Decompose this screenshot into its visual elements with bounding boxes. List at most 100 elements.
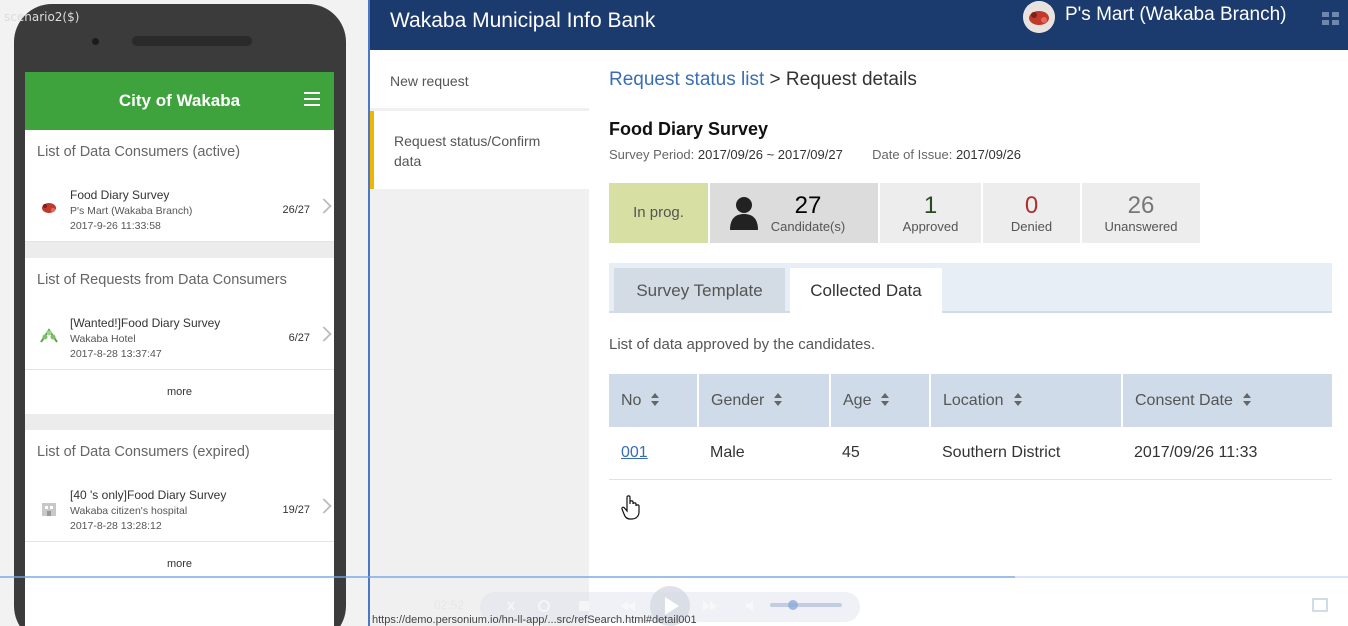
list-item-request-food-diary[interactable]: [Wanted!]Food Diary Survey Wakaba Hotel …	[25, 298, 334, 370]
issue-date-value: 2017/09/26	[955, 147, 1022, 162]
list-item-title: Food Diary Survey	[70, 188, 170, 202]
chevron-right-icon	[316, 498, 332, 514]
fast-forward-icon[interactable]	[702, 598, 718, 614]
survey-meta: Survey Period: 2017/09/26 ~ 2017/09/27 D…	[609, 147, 1021, 162]
survey-title: Food Diary Survey	[609, 119, 769, 139]
collected-data-table: No Gender Age Location Consent Date 001 …	[609, 374, 1332, 480]
sort-icon[interactable]	[774, 393, 783, 407]
video-scenario-label: scenario2($)	[4, 10, 80, 24]
approved-label: Approved	[902, 219, 959, 234]
column-header-gender[interactable]: Gender	[698, 374, 831, 427]
column-header-label: Age	[843, 391, 872, 409]
breadcrumb-current: Request details	[785, 69, 917, 90]
section-active-title: List of Data Consumers (active)	[37, 144, 241, 160]
side-nav: New request Request status/Confirm data	[368, 50, 589, 626]
hospital-thumbnail-icon	[42, 503, 56, 516]
web-app: Wakaba Municipal Info Bank P's Mart (Wak…	[368, 0, 1348, 626]
table-row: 001 Male 45 Southern District 2017/09/26…	[609, 427, 1332, 480]
unanswered-label: Unanswered	[1104, 219, 1178, 234]
survey-period-value: 2017/09/26 ~ 2017/09/27	[697, 147, 843, 162]
denied-count: 0	[1024, 192, 1039, 219]
repeat-icon[interactable]	[536, 598, 552, 614]
volume-slider[interactable]	[770, 603, 842, 607]
list-item-count: 6/27	[288, 332, 310, 344]
status-url: https://demo.personium.io/hn-ll-app/...s…	[372, 614, 697, 626]
breadcrumb-link-request-status-list[interactable]: Request status list	[609, 69, 764, 90]
phone-app-title: City of Wakaba	[118, 91, 241, 110]
list-item-expired-food-diary[interactable]: [40 's only]Food Diary Survey Wakaba cit…	[25, 470, 334, 542]
screen: scenario2($) City of Wakaba List of Data…	[0, 0, 1348, 626]
top-bar: Wakaba Municipal Info Bank P's Mart (Wak…	[368, 0, 1348, 50]
video-progress-fill	[0, 576, 1015, 578]
more-button-requests[interactable]: more	[25, 370, 334, 414]
phone-screen: City of Wakaba List of Data Consumers (a…	[25, 72, 334, 626]
section-gap	[25, 414, 334, 430]
more-button-expired[interactable]: more	[25, 542, 334, 586]
phone-app-header: City of Wakaba	[25, 72, 334, 130]
breadcrumb-separator: >	[769, 69, 781, 90]
stat-approved: 1 Approved	[880, 183, 981, 243]
cell-location: Southern District	[930, 427, 1122, 480]
approved-count: 1	[923, 192, 938, 219]
column-header-label: No	[621, 391, 642, 409]
record-link[interactable]: 001	[621, 444, 648, 461]
list-item-org: Wakaba citizen's hospital	[70, 505, 188, 517]
tab-survey-template[interactable]: Survey Template	[614, 268, 785, 313]
column-header-label: Location	[943, 391, 1004, 409]
status-badge: In prog.	[609, 183, 708, 243]
column-header-age[interactable]: Age	[830, 374, 931, 427]
list-item-date: 2017-9-26 11:33:58	[70, 220, 161, 232]
cell-age: 45	[830, 427, 930, 480]
volume-slider-knob[interactable]	[788, 600, 798, 610]
nav-request-status[interactable]: Request status/Confirm data	[370, 111, 589, 189]
brand-title: Wakaba Municipal Info Bank	[390, 9, 656, 32]
phone-area: scenario2($) City of Wakaba List of Data…	[0, 0, 368, 626]
nav-new-request[interactable]: New request	[370, 50, 589, 108]
video-time: 02:52	[434, 598, 465, 612]
sort-icon[interactable]	[1242, 393, 1251, 407]
chevron-right-icon	[316, 198, 332, 214]
tab-collected-data[interactable]: Collected Data	[790, 268, 942, 315]
phone-speaker	[132, 36, 252, 46]
hamburger-menu-icon[interactable]	[304, 92, 320, 106]
column-header-no[interactable]: No	[609, 374, 699, 427]
sort-icon[interactable]	[1013, 393, 1022, 407]
list-item-count: 26/27	[282, 204, 310, 216]
table-header-row: No Gender Age Location Consent Date	[609, 374, 1332, 427]
issue-date-label: Date of Issue:	[872, 147, 953, 162]
hotel-thumbnail-icon	[40, 328, 58, 343]
tab-bar: Survey Template Collected Data	[609, 263, 1332, 315]
list-item-count: 19/27	[282, 504, 310, 516]
list-item-active-food-diary[interactable]: Food Diary Survey P's Mart (Wakaba Branc…	[25, 170, 334, 242]
stat-candidates: 27 Candidate(s)	[710, 183, 878, 243]
unanswered-count: 26	[1127, 192, 1155, 219]
section-requests-title: List of Requests from Data Consumers	[37, 272, 287, 288]
list-item-date: 2017-8-28 13:28:12	[70, 520, 162, 532]
shuffle-icon[interactable]	[506, 598, 522, 614]
chevron-right-icon	[316, 326, 332, 342]
sort-icon[interactable]	[881, 393, 890, 407]
person-icon	[730, 197, 758, 230]
cell-gender: Male	[698, 427, 830, 480]
rewind-icon[interactable]	[620, 598, 636, 614]
column-header-consent-date[interactable]: Consent Date	[1122, 374, 1332, 427]
phone-camera	[92, 38, 99, 45]
column-header-location[interactable]: Location	[930, 374, 1123, 427]
survey-period-label: Survey Period:	[609, 147, 695, 162]
list-item-org: P's Mart (Wakaba Branch)	[70, 205, 193, 217]
stat-denied: 0 Denied	[983, 183, 1080, 243]
cell-consent-date: 2017/09/26 11:33	[1122, 427, 1332, 480]
user-name[interactable]: P's Mart (Wakaba Branch)	[1065, 4, 1287, 26]
mart-logo-icon	[1023, 1, 1055, 33]
volume-icon[interactable]	[744, 598, 760, 614]
stop-icon[interactable]	[576, 598, 592, 614]
fullscreen-icon[interactable]	[1312, 598, 1328, 612]
user-avatar[interactable]	[1023, 1, 1055, 33]
denied-label: Denied	[1010, 219, 1053, 234]
mart-thumbnail-icon	[42, 203, 56, 213]
list-item-org: Wakaba Hotel	[70, 333, 136, 345]
section-gap	[25, 242, 334, 258]
sort-icon[interactable]	[651, 393, 660, 407]
grid-menu-icon[interactable]	[1322, 12, 1340, 26]
list-item-title: [Wanted!]Food Diary Survey	[70, 316, 221, 330]
